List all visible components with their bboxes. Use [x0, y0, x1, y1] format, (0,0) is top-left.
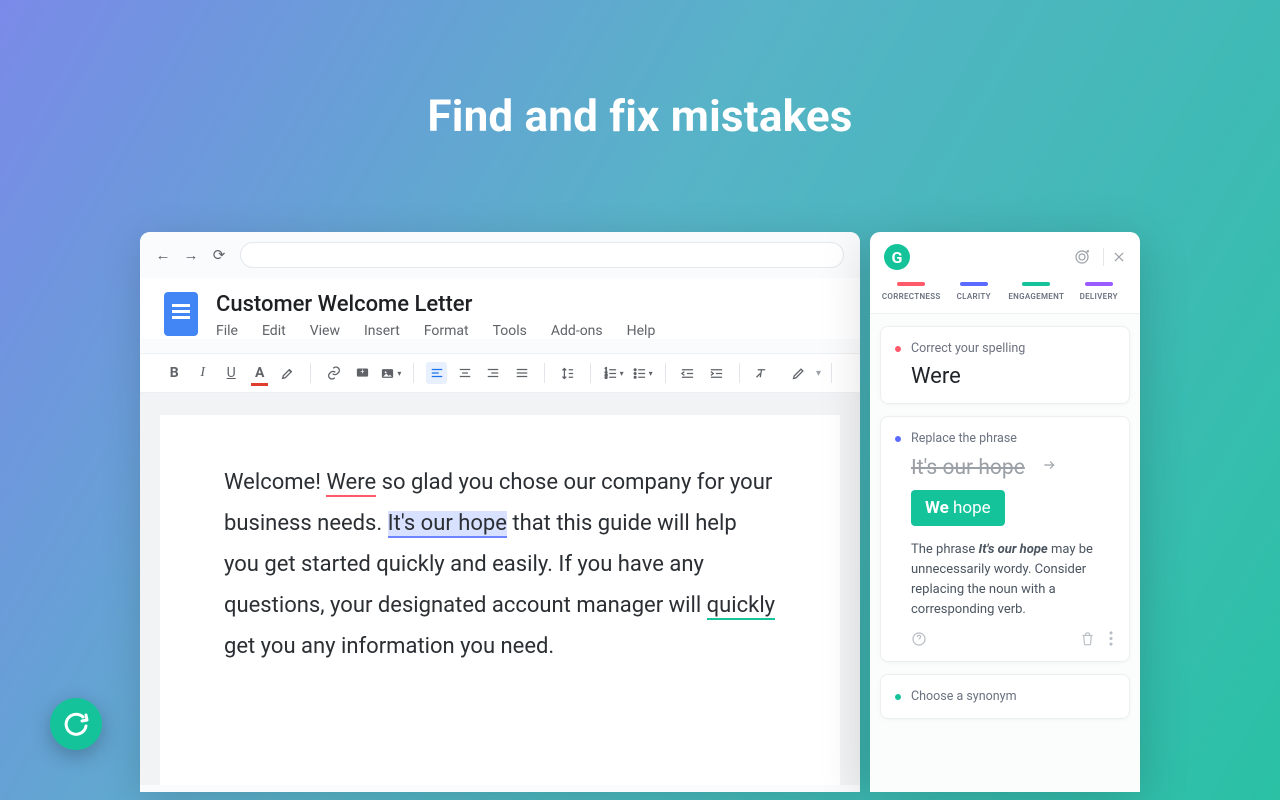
outdent-icon[interactable]	[678, 362, 698, 384]
link-icon[interactable]	[323, 362, 343, 384]
align-justify-icon[interactable]	[512, 362, 532, 384]
menu-file[interactable]: File	[216, 323, 238, 339]
doc-menu: File Edit View Insert Format Tools Add-o…	[216, 323, 655, 339]
menu-help[interactable]: Help	[627, 323, 656, 339]
strike-text: It's our hope	[911, 456, 1025, 480]
page-area: Welcome! Were so glad you chose our comp…	[140, 393, 860, 785]
clear-format-icon[interactable]	[751, 362, 771, 384]
italic-icon[interactable]: I	[192, 362, 212, 384]
doc-header: Customer Welcome Letter File Edit View I…	[140, 278, 860, 339]
reload-icon[interactable]: ⟳	[212, 248, 226, 262]
close-icon[interactable]	[1112, 250, 1126, 264]
error-spelling[interactable]: Were	[326, 470, 376, 497]
suggestion-card-phrase[interactable]: Replace the phrase It's our hope We hope…	[880, 416, 1130, 662]
more-icon[interactable]	[1109, 631, 1113, 646]
edit-mode-icon[interactable]	[788, 362, 810, 384]
highlight-icon[interactable]	[278, 362, 298, 384]
align-left-icon[interactable]	[426, 362, 446, 384]
replacement-pill[interactable]: We hope	[911, 490, 1005, 526]
google-docs-icon	[164, 292, 198, 336]
back-icon[interactable]: ←	[156, 248, 170, 262]
menu-view[interactable]: View	[310, 323, 340, 339]
menu-addons[interactable]: Add-ons	[551, 323, 603, 339]
grammar-panel: G CORRECTNESS CLARITY ENGAGEMENT	[870, 232, 1140, 792]
body-text: get you any information you need.	[224, 634, 554, 659]
text-color-icon[interactable]: A	[249, 362, 269, 384]
cat-correctness[interactable]: CORRECTNESS	[880, 282, 943, 301]
image-icon[interactable]: ▾	[380, 362, 401, 384]
menu-edit[interactable]: Edit	[262, 323, 286, 339]
error-clarity[interactable]: It's our hope	[388, 511, 507, 538]
grammarly-fab-icon[interactable]	[50, 698, 102, 750]
document-window: ← → ⟳ Customer Welcome Letter File Edit …	[140, 232, 860, 792]
cat-delivery[interactable]: DELIVERY	[1068, 282, 1131, 301]
url-field[interactable]	[240, 242, 844, 268]
numbered-list-icon[interactable]: 123▾	[603, 362, 624, 384]
suggestion-card-synonym[interactable]: Choose a synonym	[880, 674, 1130, 719]
forward-icon[interactable]: →	[184, 248, 198, 262]
grammarly-logo-icon: G	[884, 244, 910, 270]
goals-icon[interactable]	[1073, 248, 1104, 266]
dot-icon	[895, 346, 901, 352]
body-text: Welcome!	[224, 470, 326, 495]
card-label: Correct your spelling	[911, 341, 1113, 356]
card-label: Replace the phrase	[911, 431, 1113, 446]
card-label: Choose a synonym	[911, 689, 1113, 704]
suggestion-card-spelling[interactable]: Correct your spelling Were	[880, 326, 1130, 404]
menu-format[interactable]: Format	[424, 323, 469, 339]
bold-icon[interactable]: B	[164, 362, 184, 384]
browser-toolbar: ← → ⟳	[140, 232, 860, 278]
card-explain: The phrase It's our hope may be unnecess…	[911, 540, 1113, 621]
menu-tools[interactable]: Tools	[493, 323, 527, 339]
arrow-right-icon	[1039, 458, 1059, 472]
help-icon[interactable]	[911, 631, 927, 647]
hero-headline: Find and fix mistakes	[0, 90, 1280, 142]
document-body[interactable]: Welcome! Were so glad you chose our comp…	[160, 415, 840, 785]
indent-icon[interactable]	[706, 362, 726, 384]
comment-icon[interactable]: +	[352, 362, 372, 384]
menu-insert[interactable]: Insert	[364, 323, 400, 339]
trash-icon[interactable]	[1080, 631, 1095, 646]
bullet-list-icon[interactable]: ▾	[632, 362, 653, 384]
category-tabs: CORRECTNESS CLARITY ENGAGEMENT DELIVERY	[870, 282, 1140, 314]
cat-clarity[interactable]: CLARITY	[943, 282, 1006, 301]
svg-text:+: +	[360, 368, 364, 376]
dot-icon	[895, 436, 901, 442]
align-center-icon[interactable]	[455, 362, 475, 384]
cat-engagement[interactable]: ENGAGEMENT	[1005, 282, 1068, 301]
underline-icon[interactable]: U	[221, 362, 241, 384]
format-toolbar: B I U A + ▾	[140, 353, 860, 393]
align-right-icon[interactable]	[483, 362, 503, 384]
card-word: Were	[911, 364, 1113, 389]
svg-text:3: 3	[604, 375, 607, 380]
error-engagement[interactable]: quickly	[707, 593, 775, 620]
doc-title[interactable]: Customer Welcome Letter	[216, 292, 655, 317]
dot-icon	[895, 694, 901, 700]
line-spacing-icon[interactable]	[557, 362, 577, 384]
